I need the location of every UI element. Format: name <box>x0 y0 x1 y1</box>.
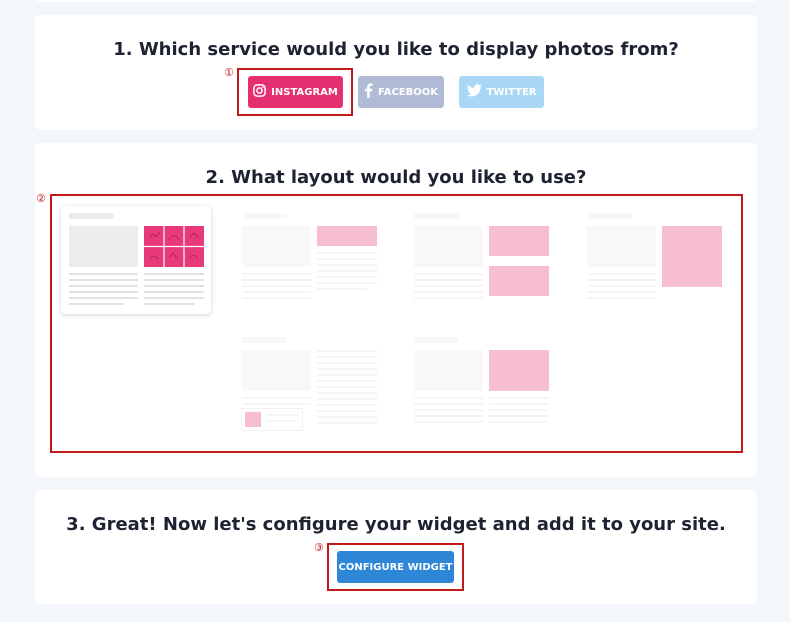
facebook-button-label: FACEBOOK <box>378 86 438 98</box>
facebook-icon <box>364 83 373 101</box>
layout-heading: 2. What layout would you like to use? <box>205 167 587 188</box>
service-card: 1. Which service would you like to displ… <box>35 15 757 130</box>
annotation-number-3: ③ <box>314 541 324 554</box>
photo-bottom-thumbnail <box>489 266 549 296</box>
previous-card <box>35 0 757 2</box>
photo-strip-thumbnail <box>317 226 377 246</box>
annotation-number-2: ② <box>36 192 46 205</box>
photo-large-thumbnail <box>662 226 722 287</box>
layout-option-slider[interactable] <box>234 206 384 314</box>
layout-option-single-medium[interactable] <box>406 330 556 438</box>
instagram-button[interactable]: INSTAGRAM <box>248 76 343 108</box>
layout-option-grid[interactable] <box>61 206 211 314</box>
twitter-icon <box>466 84 482 100</box>
layout-option-two-stack[interactable] <box>406 206 556 314</box>
configure-widget-button[interactable]: CONFIGURE WIDGET <box>337 551 454 583</box>
facebook-button[interactable]: FACEBOOK <box>358 76 444 108</box>
configure-heading: 3. Great! Now let's configure your widge… <box>66 514 726 535</box>
photo-grid-thumbnail <box>144 226 204 267</box>
twitter-button[interactable]: TWITTER <box>459 76 544 108</box>
service-heading: 1. Which service would you like to displ… <box>113 39 679 60</box>
instagram-button-label: INSTAGRAM <box>271 86 338 98</box>
layout-option-single-large[interactable] <box>579 206 729 314</box>
photo-medium-thumbnail <box>489 350 549 391</box>
twitter-button-label: TWITTER <box>486 86 537 98</box>
instagram-icon <box>253 84 266 100</box>
layout-option-popup-card[interactable] <box>234 330 384 438</box>
photo-top-thumbnail <box>489 226 549 256</box>
annotation-number-1: ① <box>224 66 234 79</box>
popup-card-preview <box>241 408 303 431</box>
